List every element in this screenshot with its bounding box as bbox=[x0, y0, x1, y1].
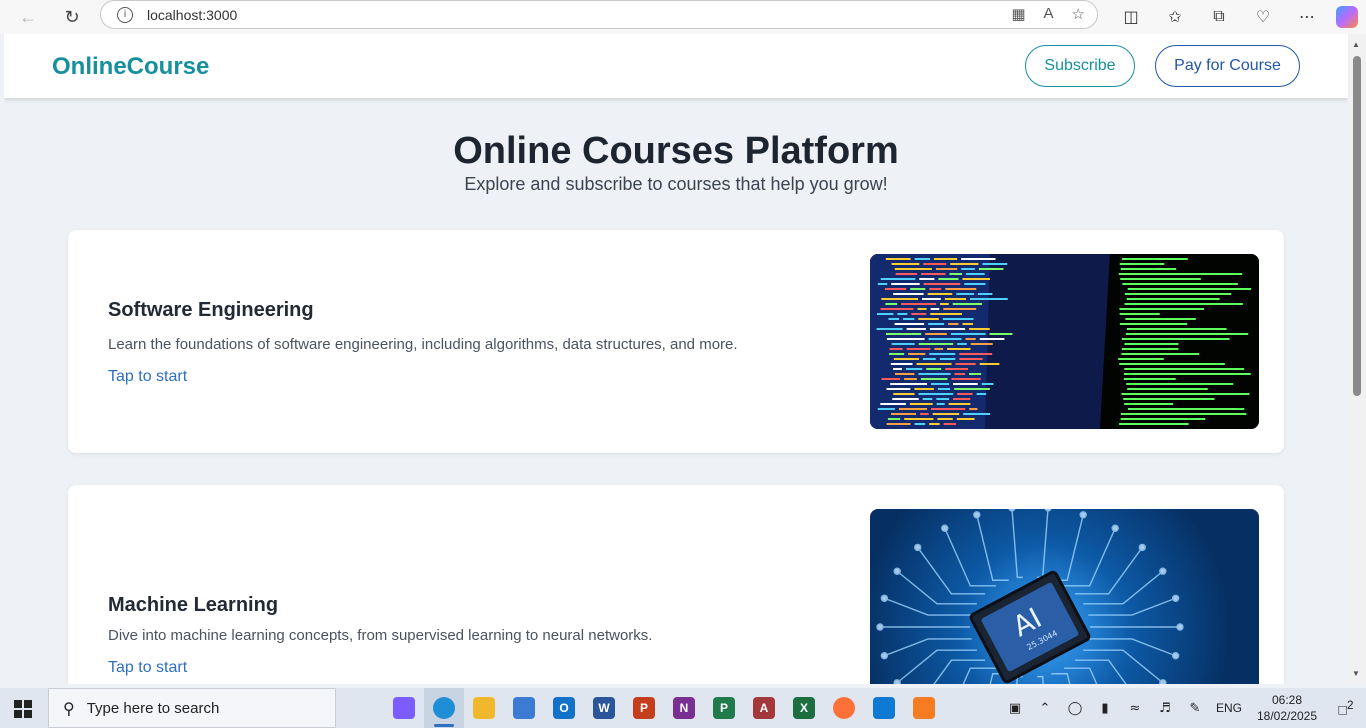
favorites-icon[interactable]: ✩ bbox=[1160, 3, 1190, 31]
search-icon: ⚲ bbox=[63, 698, 75, 718]
notification-count: 2 bbox=[1346, 698, 1354, 712]
pay-for-course-button[interactable]: Pay for Course bbox=[1155, 45, 1300, 87]
meet-icon[interactable]: ◯ bbox=[1060, 701, 1090, 716]
taskbar-apps: OWPNPAX bbox=[344, 688, 944, 728]
taskbar-vscode[interactable] bbox=[864, 688, 904, 728]
taskbar-onenote[interactable]: N bbox=[664, 688, 704, 728]
search-placeholder[interactable]: Type here to search bbox=[87, 700, 220, 717]
taskbar-powerpoint[interactable]: P bbox=[624, 688, 664, 728]
windows-start-icon[interactable] bbox=[14, 700, 32, 718]
taskbar-outlook[interactable]: O bbox=[544, 688, 584, 728]
apps-icon[interactable]: ▦ bbox=[1011, 5, 1025, 23]
url-text[interactable]: localhost:3000 bbox=[147, 7, 237, 23]
notification-icon[interactable]: □2 bbox=[1326, 699, 1366, 718]
reload-icon[interactable]: ↻ bbox=[58, 3, 86, 31]
word-icon: W bbox=[593, 697, 615, 719]
copilot-icon bbox=[393, 697, 415, 719]
course-description: Learn the foundations of software engine… bbox=[108, 336, 738, 353]
split-screen-icon[interactable]: ◫ bbox=[1116, 3, 1146, 31]
excel-icon: X bbox=[793, 697, 815, 719]
taskbar-xampp[interactable] bbox=[904, 688, 944, 728]
taskbar-file-explorer[interactable] bbox=[464, 688, 504, 728]
page-viewport: OnlineCourse Subscribe Pay for Course On… bbox=[4, 34, 1348, 684]
taskbar-word[interactable]: W bbox=[584, 688, 624, 728]
battery-icon[interactable]: ▮ bbox=[1090, 701, 1120, 716]
clock-time: 06:28 bbox=[1271, 693, 1303, 707]
page-subtitle: Explore and subscribe to courses that he… bbox=[464, 174, 888, 194]
file-explorer-icon bbox=[473, 697, 495, 719]
taskbar-project[interactable]: P bbox=[704, 688, 744, 728]
taskbar-store[interactable] bbox=[504, 688, 544, 728]
clock-date: 18/02/2025 bbox=[1256, 709, 1318, 723]
windows-taskbar: ⚲ Type here to search OWPNPAX ▣ ⌃ ◯ ▮ ≈ … bbox=[0, 688, 1366, 728]
info-icon[interactable]: i bbox=[117, 6, 133, 23]
brand-logo[interactable]: OnlineCourse bbox=[52, 53, 209, 81]
firefox-icon bbox=[833, 697, 855, 719]
onenote-icon: N bbox=[673, 697, 695, 719]
pen-icon[interactable]: ✎ bbox=[1180, 701, 1210, 716]
xampp-icon bbox=[913, 697, 935, 719]
taskbar-edge[interactable] bbox=[424, 688, 464, 728]
scrollbar-thumb[interactable] bbox=[1353, 56, 1361, 396]
edge-icon bbox=[433, 697, 455, 719]
site-header: OnlineCourse Subscribe Pay for Course bbox=[4, 34, 1348, 98]
news-icon[interactable]: ▣ bbox=[1000, 701, 1030, 716]
taskbar-firefox[interactable] bbox=[824, 688, 864, 728]
course-description: Dive into machine learning concepts, fro… bbox=[108, 627, 653, 644]
wifi-icon[interactable]: ≈ bbox=[1120, 701, 1150, 716]
chevron-up-icon[interactable]: ⌃ bbox=[1030, 701, 1060, 716]
task-view-icon bbox=[353, 697, 375, 719]
page-scrollbar[interactable]: ▲ ▼ bbox=[1348, 34, 1366, 684]
course-card[interactable]: Machine Learning Dive into machine learn… bbox=[68, 485, 1284, 684]
scroll-up-icon[interactable]: ▲ bbox=[1352, 40, 1360, 49]
powerpoint-icon: P bbox=[633, 697, 655, 719]
taskbar-search[interactable]: ⚲ Type here to search bbox=[48, 688, 336, 728]
project-icon: P bbox=[713, 697, 735, 719]
tap-to-start-link[interactable]: Tap to start bbox=[108, 368, 187, 386]
scroll-down-icon[interactable]: ▼ bbox=[1352, 669, 1360, 678]
copilot-icon[interactable] bbox=[1336, 6, 1358, 28]
vscode-icon bbox=[873, 697, 895, 719]
clock[interactable]: 06:28 18/02/2025 bbox=[1248, 692, 1326, 724]
taskbar-access[interactable]: A bbox=[744, 688, 784, 728]
browser-toolbar: ← ↻ i localhost:3000 ▦ A ☆ ◫ ✩ ⧉ ♡ ⋯ bbox=[0, 0, 1366, 34]
language-indicator[interactable]: ENG bbox=[1210, 701, 1248, 715]
store-icon bbox=[513, 697, 535, 719]
subscribe-button[interactable]: Subscribe bbox=[1025, 45, 1135, 87]
taskbar-excel[interactable]: X bbox=[784, 688, 824, 728]
page-title: Online Courses Platform bbox=[453, 130, 899, 172]
favorite-icon[interactable]: ☆ bbox=[1072, 5, 1085, 23]
read-aloud-icon[interactable]: A bbox=[1044, 5, 1054, 23]
taskbar-copilot[interactable] bbox=[384, 688, 424, 728]
system-tray: ▣ ⌃ ◯ ▮ ≈ ♬ ✎ ENG 06:28 18/02/2025 □2 bbox=[1000, 688, 1366, 728]
ai-chip-image: AI 25.3044 bbox=[870, 509, 1259, 684]
volume-icon[interactable]: ♬ bbox=[1150, 701, 1180, 716]
address-bar[interactable]: i localhost:3000 ▦ A ☆ bbox=[100, 0, 1098, 29]
outlook-icon: O bbox=[553, 697, 575, 719]
back-icon[interactable]: ← bbox=[14, 3, 42, 31]
code-screen-image bbox=[870, 254, 1259, 429]
course-title: Machine Learning bbox=[108, 594, 279, 616]
performance-icon[interactable]: ♡ bbox=[1248, 3, 1278, 31]
access-icon: A bbox=[753, 697, 775, 719]
tap-to-start-link[interactable]: Tap to start bbox=[108, 659, 187, 677]
collections-icon[interactable]: ⧉ bbox=[1204, 3, 1234, 31]
course-card[interactable]: Software Engineering Learn the foundatio… bbox=[68, 230, 1284, 453]
more-icon[interactable]: ⋯ bbox=[1292, 3, 1322, 31]
course-title: Software Engineering bbox=[108, 299, 314, 321]
taskbar-task-view[interactable] bbox=[344, 688, 384, 728]
